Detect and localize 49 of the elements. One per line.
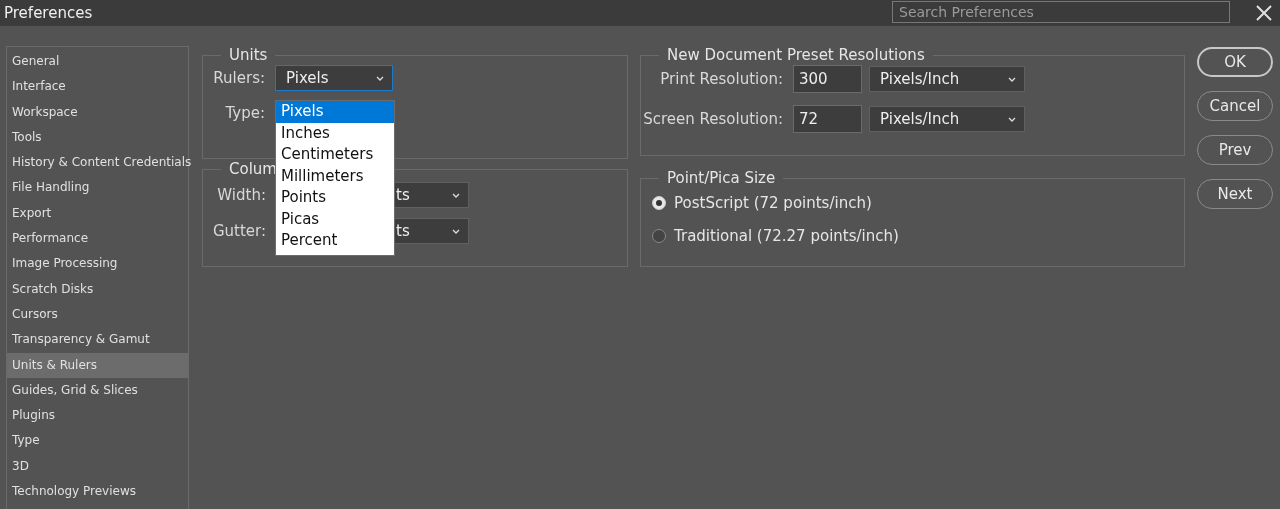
search-field[interactable]: Search Preferences xyxy=(892,1,1230,23)
menu-item[interactable]: Points xyxy=(276,187,394,209)
sidebar-item[interactable]: Plugins xyxy=(7,403,188,429)
sidebar-item[interactable]: Export xyxy=(7,200,188,227)
menu-item[interactable]: Pixels xyxy=(276,101,394,123)
menu-item[interactable]: Inches xyxy=(276,122,394,144)
field-label: Print Resolution: xyxy=(659,70,783,88)
sidebar-item[interactable]: Tools xyxy=(7,124,188,151)
sidebar-item[interactable]: 3D xyxy=(7,453,188,480)
window-title: Preferences xyxy=(4,4,93,22)
menu-item[interactable]: Picas xyxy=(276,208,394,230)
field-label: Screen Resolution: xyxy=(642,110,783,128)
radio-label: Traditional (72.27 points/inch) xyxy=(674,227,899,245)
resolution-field[interactable]: 72 xyxy=(793,105,862,133)
field-label: Rulers: xyxy=(212,69,265,87)
rulers-dropdown[interactable]: Pixels xyxy=(275,65,393,91)
sidebar-item[interactable]: Guides, Grid & Slices xyxy=(7,377,188,404)
radio-label: PostScript (72 points/inch) xyxy=(674,194,872,212)
sidebar-item[interactable]: Cursors xyxy=(7,301,188,328)
dialog-button[interactable]: Cancel xyxy=(1197,91,1273,121)
field-label: Gutter: xyxy=(211,222,266,240)
sidebar-item[interactable]: Type xyxy=(7,428,188,454)
field-label: Width: xyxy=(216,186,266,204)
close-icon[interactable] xyxy=(1256,5,1272,21)
sidebar-item[interactable]: Transparency & Gamut xyxy=(7,327,188,353)
chevron-icon xyxy=(452,192,460,198)
chevron-icon xyxy=(1008,76,1016,82)
resolution-field[interactable]: 300 xyxy=(793,65,862,93)
field-label: Type: xyxy=(224,104,265,122)
sidebar-item[interactable]: Technology Previews xyxy=(7,479,188,505)
dialog-button[interactable]: OK xyxy=(1197,47,1273,77)
chevron-icon xyxy=(452,228,460,234)
dialog-button[interactable]: Prev xyxy=(1197,135,1273,165)
chevron-icon xyxy=(376,75,384,81)
sidebar-item[interactable]: General xyxy=(7,49,188,75)
sidebar-item[interactable]: Workspace xyxy=(7,99,188,125)
sidebar-item[interactable]: Performance xyxy=(7,226,188,252)
sidebar-item[interactable]: Units & Rulers xyxy=(7,352,188,378)
menu-item[interactable]: Percent xyxy=(276,230,394,252)
dialog-button[interactable]: Next xyxy=(1197,179,1273,209)
radio-button[interactable] xyxy=(652,196,666,210)
chevron-icon xyxy=(1008,116,1016,122)
sidebar-item[interactable]: Image Processing xyxy=(7,251,188,277)
unit-dropdown[interactable]: Pixels/Inch xyxy=(869,66,1025,92)
sidebar-item[interactable]: File Handling xyxy=(7,175,188,201)
radio-button[interactable] xyxy=(652,229,666,243)
sidebar-item[interactable]: Interface xyxy=(7,74,188,100)
unit-dropdown[interactable]: Pixels/Inch xyxy=(869,106,1025,132)
sidebar-item[interactable]: Scratch Disks xyxy=(7,276,188,302)
